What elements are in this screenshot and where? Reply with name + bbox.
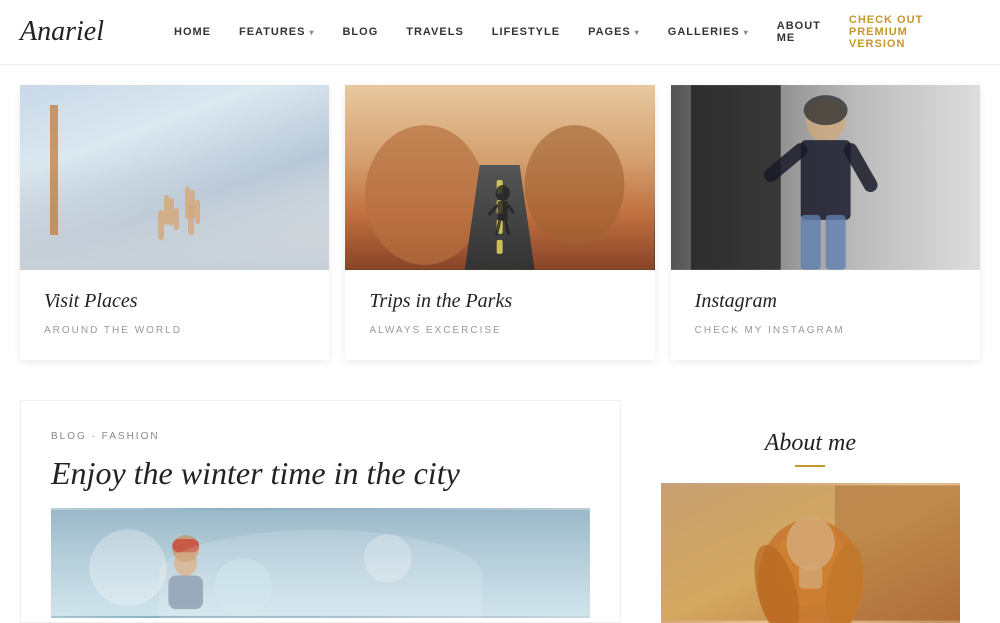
site-header: Anariel HOME FEATURES ▾ BLOG TRAVELS LIF…: [0, 0, 1000, 65]
about-title: About me: [661, 430, 960, 457]
card-2-body: Trips in the Parks ALWAYS EXCERCISE: [345, 270, 654, 360]
card-2-subtitle: ALWAYS EXCERCISE: [369, 325, 630, 336]
blog-category: BLOG · FASHION: [51, 431, 590, 442]
main-nav: HOME FEATURES ▾ BLOG TRAVELS LIFESTYLE P…: [160, 14, 980, 50]
card-3-image: [671, 85, 980, 270]
card-2-image: [345, 85, 654, 270]
card-trips-parks[interactable]: Trips in the Parks ALWAYS EXCERCISE: [345, 85, 654, 360]
main-content: Visit Places AROUND THE WORLD: [0, 65, 1000, 623]
blog-image: [51, 508, 590, 618]
features-dropdown-icon: ▾: [309, 28, 314, 37]
nav-galleries[interactable]: GALLERIES ▾: [654, 26, 763, 38]
nav-blog[interactable]: BLOG: [328, 26, 392, 38]
about-section: About me: [641, 400, 980, 623]
nav-features[interactable]: FEATURES ▾: [225, 26, 328, 38]
card-3-body: Instagram CHECK MY INSTAGRAM: [671, 270, 980, 360]
card-1-subtitle: AROUND THE WORLD: [44, 325, 305, 336]
card-instagram[interactable]: Instagram CHECK MY INSTAGRAM: [671, 85, 980, 360]
bottom-section: BLOG · FASHION Enjoy the winter time in …: [20, 400, 980, 623]
card-3-subtitle: CHECK MY INSTAGRAM: [695, 325, 956, 336]
nav-travels[interactable]: TRAVELS: [392, 26, 478, 38]
nav-lifestyle[interactable]: LIFESTYLE: [478, 26, 574, 38]
nav-premium[interactable]: CHECK OUT PREMIUM VERSION: [835, 14, 980, 50]
blog-title[interactable]: Enjoy the winter time in the city: [51, 454, 590, 492]
pages-dropdown-icon: ▾: [635, 28, 640, 37]
about-image: [661, 483, 960, 623]
cards-section: Visit Places AROUND THE WORLD: [20, 85, 980, 360]
card-visit-places[interactable]: Visit Places AROUND THE WORLD: [20, 85, 329, 360]
card-3-title: Instagram: [695, 290, 956, 313]
site-logo[interactable]: Anariel: [20, 16, 120, 48]
person-wall-icon: [671, 85, 980, 270]
hands-icon: [140, 170, 210, 250]
galleries-dropdown-icon: ▾: [744, 28, 749, 37]
blog-section: BLOG · FASHION Enjoy the winter time in …: [20, 400, 621, 623]
about-portrait: [661, 483, 960, 623]
nav-pages[interactable]: PAGES ▾: [574, 26, 654, 38]
card-1-title: Visit Places: [44, 290, 305, 313]
nav-home[interactable]: HOME: [160, 26, 225, 38]
blog-image-scene: [51, 508, 590, 618]
about-divider: [795, 465, 825, 467]
card-2-title: Trips in the Parks: [369, 290, 630, 313]
card-1-image: [20, 85, 329, 270]
card-1-body: Visit Places AROUND THE WORLD: [20, 270, 329, 360]
nav-about-me[interactable]: ABOUT ME: [763, 20, 835, 44]
road-scene-icon: [345, 85, 654, 270]
